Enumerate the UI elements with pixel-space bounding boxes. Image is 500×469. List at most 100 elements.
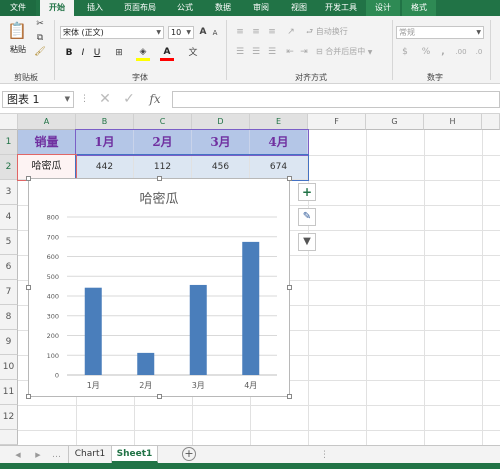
cut-icon[interactable]: ✂ bbox=[34, 18, 46, 30]
decrease-indent-icon[interactable]: ⇤ bbox=[284, 46, 296, 58]
select-all-corner[interactable] bbox=[0, 114, 18, 130]
tab-page-layout[interactable]: 页面布局 bbox=[116, 0, 164, 16]
header-cell[interactable]: 销量 bbox=[18, 130, 76, 155]
tab-data[interactable]: 数据 bbox=[206, 0, 240, 16]
chart-plot[interactable]: 哈密瓜 0 100 200 300 400 500 600 700 800 1月 2月 3月 4月 bbox=[29, 179, 289, 396]
font-size-dropdown[interactable]: 10 ▼ bbox=[168, 26, 194, 39]
row-header[interactable]: 8 bbox=[0, 305, 18, 330]
tab-home[interactable]: 开始 bbox=[40, 0, 74, 16]
chart-styles-button[interactable]: ✎ bbox=[298, 208, 316, 226]
resize-handle[interactable] bbox=[157, 394, 162, 399]
data-cell[interactable]: 442 bbox=[76, 155, 134, 180]
resize-handle[interactable] bbox=[287, 394, 292, 399]
chart-bar[interactable] bbox=[137, 352, 155, 375]
wrap-text-button[interactable]: ⮐ 自动换行 bbox=[306, 26, 348, 38]
increase-indent-icon[interactable]: ⇥ bbox=[298, 46, 310, 58]
header-cell[interactable]: 4月 bbox=[250, 130, 308, 155]
scroll-right-icon[interactable]: ▶ bbox=[34, 449, 42, 461]
align-left-icon[interactable]: ☰ bbox=[234, 46, 246, 58]
currency-icon[interactable]: $ bbox=[398, 46, 412, 58]
header-cell[interactable]: 1月 bbox=[76, 130, 134, 155]
tab-chart-format[interactable]: 格式 bbox=[402, 0, 436, 16]
row-header[interactable]: 6 bbox=[0, 255, 18, 280]
increase-decimal-icon[interactable]: .00 bbox=[454, 46, 468, 58]
insert-function-button[interactable]: fx bbox=[144, 91, 166, 108]
align-top-icon[interactable]: ≡ bbox=[234, 26, 246, 38]
column-header[interactable]: G bbox=[366, 114, 424, 130]
add-sheet-icon[interactable]: + bbox=[182, 447, 196, 461]
column-header[interactable]: C bbox=[134, 114, 192, 130]
align-bottom-icon[interactable]: ≡ bbox=[266, 26, 278, 38]
data-cell[interactable]: 112 bbox=[134, 155, 192, 180]
row-header[interactable]: 3 bbox=[0, 180, 18, 205]
formula-input[interactable] bbox=[172, 91, 500, 108]
column-header[interactable]: B bbox=[76, 114, 134, 130]
paste-icon[interactable]: 📋 bbox=[6, 20, 28, 42]
row-header[interactable]: 11 bbox=[0, 380, 18, 405]
resize-handle[interactable] bbox=[287, 285, 292, 290]
font-color-icon[interactable]: A bbox=[160, 46, 174, 61]
row-header[interactable]: 2 bbox=[0, 155, 18, 180]
number-format-dropdown[interactable]: 常规 ▼ bbox=[396, 26, 484, 39]
border-icon[interactable]: ⊞ bbox=[112, 47, 126, 59]
italic-button[interactable]: I bbox=[78, 47, 88, 59]
chart-object[interactable]: 哈密瓜 0 100 200 300 400 500 600 700 800 1月 2月 3月 4月 bbox=[26, 176, 292, 399]
align-middle-icon[interactable]: ≡ bbox=[250, 26, 262, 38]
column-header[interactable]: E bbox=[250, 114, 308, 130]
tab-review[interactable]: 审阅 bbox=[244, 0, 278, 16]
shrink-font-button[interactable]: A bbox=[210, 27, 220, 39]
chart-elements-button[interactable]: + bbox=[298, 183, 316, 201]
data-cell[interactable]: 674 bbox=[250, 155, 308, 180]
row-header[interactable]: 9 bbox=[0, 330, 18, 355]
sheet-tab-chart1[interactable]: Chart1 bbox=[68, 446, 112, 463]
scroll-left-icon[interactable]: ◀ bbox=[14, 449, 22, 461]
orientation-icon[interactable]: ↗ bbox=[284, 26, 298, 38]
row-header[interactable]: 10 bbox=[0, 355, 18, 380]
chart-title[interactable]: 哈密瓜 bbox=[139, 191, 178, 207]
tab-view[interactable]: 视图 bbox=[282, 0, 316, 16]
column-header[interactable]: F bbox=[308, 114, 366, 130]
tab-developer[interactable]: 开发工具 bbox=[318, 0, 364, 16]
row-header[interactable]: 7 bbox=[0, 280, 18, 305]
resize-handle[interactable] bbox=[26, 285, 31, 290]
merge-center-button[interactable]: ⊟ 合并后居中 ▼ bbox=[316, 46, 372, 59]
chart-bar[interactable] bbox=[242, 241, 260, 375]
grow-font-button[interactable]: A bbox=[198, 26, 208, 38]
row-header[interactable]: 4 bbox=[0, 205, 18, 230]
format-painter-icon[interactable]: 🖌 bbox=[34, 46, 46, 58]
more-dots-icon[interactable]: ⋮ bbox=[320, 449, 329, 461]
row-header[interactable]: 12 bbox=[0, 405, 18, 430]
cancel-icon[interactable]: ✕ bbox=[96, 91, 114, 108]
decrease-decimal-icon[interactable]: .0 bbox=[472, 46, 486, 58]
resize-handle[interactable] bbox=[26, 176, 31, 181]
column-header[interactable]: A bbox=[18, 114, 76, 130]
sheet-tab-sheet1[interactable]: Sheet1 bbox=[112, 446, 158, 463]
fill-color-icon[interactable]: ◈ bbox=[136, 46, 150, 61]
percent-button[interactable]: % bbox=[420, 46, 432, 58]
chart-filters-button[interactable]: ▼ bbox=[298, 233, 316, 251]
resize-handle[interactable] bbox=[26, 394, 31, 399]
underline-button[interactable]: U bbox=[92, 47, 102, 59]
enter-icon[interactable]: ✓ bbox=[120, 91, 138, 108]
row-header[interactable] bbox=[0, 430, 18, 445]
align-center-icon[interactable]: ☰ bbox=[250, 46, 262, 58]
chart-bar[interactable] bbox=[84, 287, 102, 375]
header-cell[interactable]: 3月 bbox=[192, 130, 250, 155]
resize-handle[interactable] bbox=[287, 176, 292, 181]
phonetic-icon[interactable]: 文 bbox=[186, 47, 200, 59]
paste-button[interactable]: 粘贴 bbox=[6, 44, 30, 56]
tab-file[interactable]: 文件 bbox=[0, 0, 36, 16]
row-header[interactable]: 5 bbox=[0, 230, 18, 255]
resize-handle[interactable] bbox=[157, 176, 162, 181]
name-box[interactable]: 图表 1 ▼ bbox=[2, 91, 74, 108]
bold-button[interactable]: B bbox=[64, 47, 74, 59]
column-header[interactable]: D bbox=[192, 114, 250, 130]
chart-bar[interactable] bbox=[189, 284, 207, 375]
tab-chart-design[interactable]: 设计 bbox=[366, 0, 400, 16]
column-header[interactable] bbox=[482, 114, 500, 130]
comma-button[interactable]: , bbox=[438, 46, 448, 58]
more-dots-icon[interactable]: … bbox=[52, 449, 61, 461]
tab-formulas[interactable]: 公式 bbox=[168, 0, 202, 16]
header-cell[interactable]: 2月 bbox=[134, 130, 192, 155]
data-cell[interactable]: 456 bbox=[192, 155, 250, 180]
